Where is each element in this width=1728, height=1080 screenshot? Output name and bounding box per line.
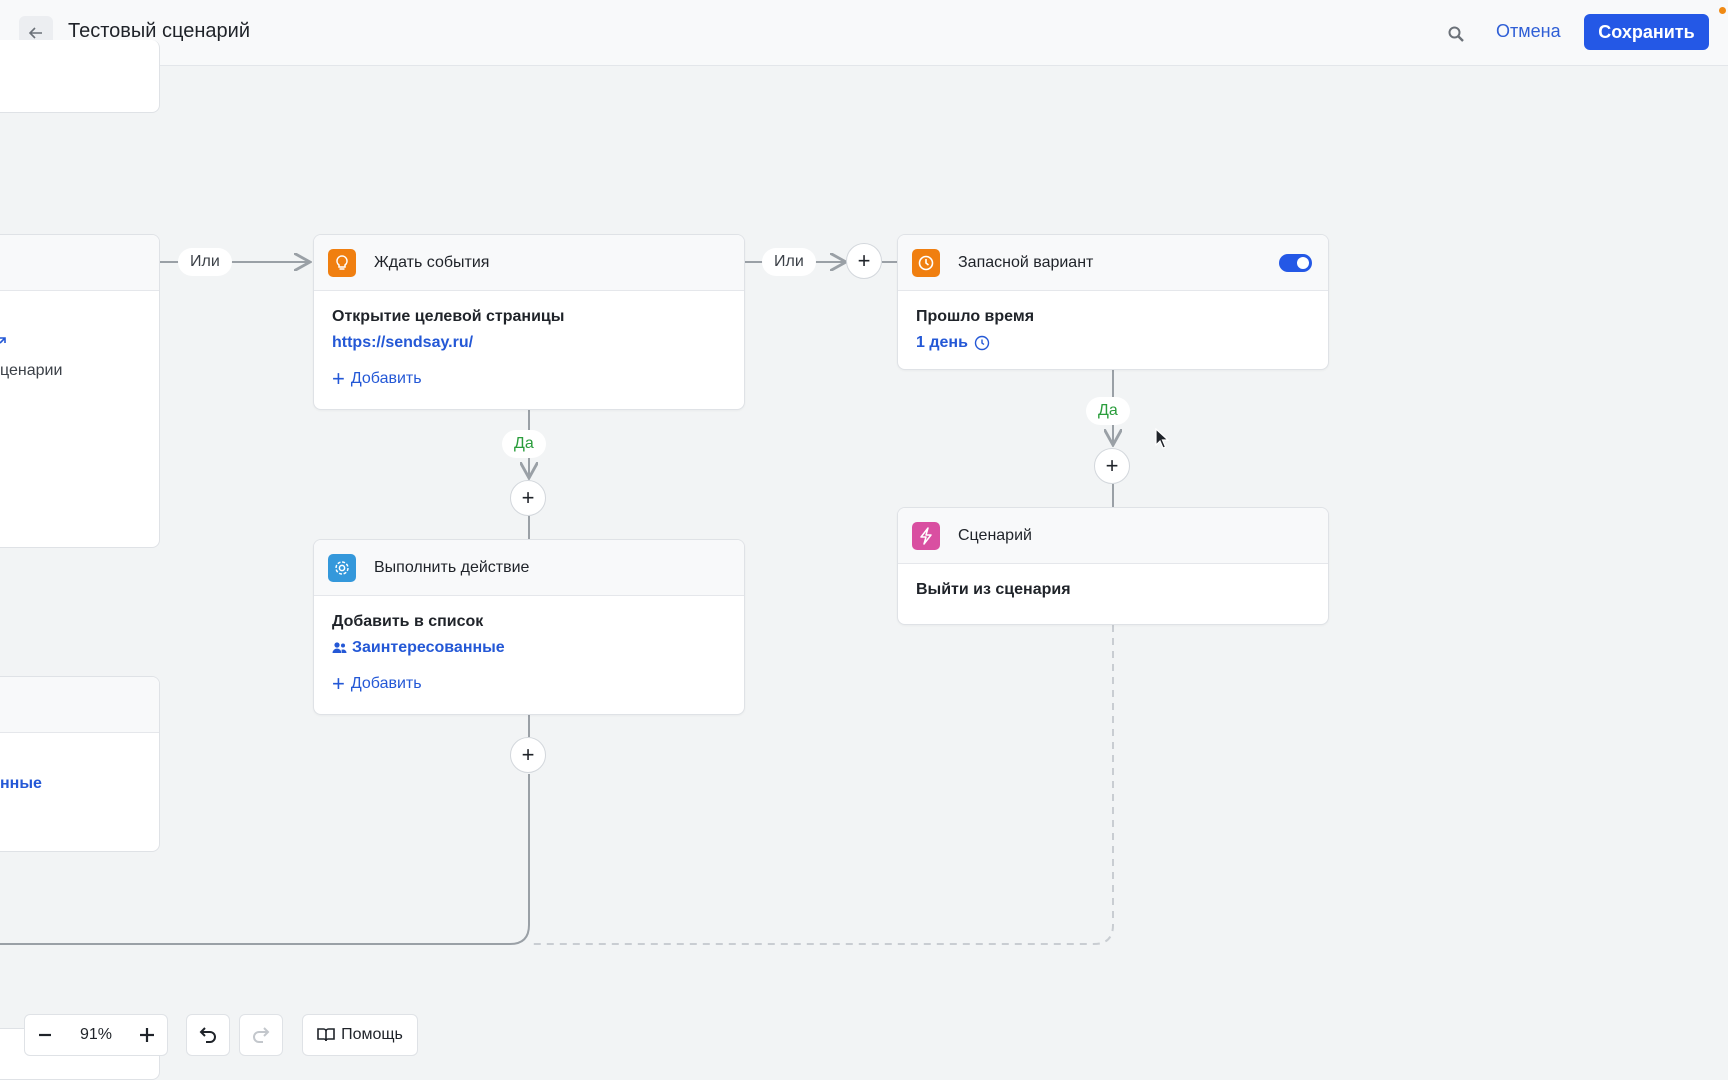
condition-type: Прошло время [916,308,1035,325]
plus-icon: + [332,671,345,696]
partial-list-link[interactable]: нные [0,775,42,793]
list-link[interactable]: Заинтересованные [332,639,726,657]
yes-connector-label: Да [502,430,546,458]
node-header: Выполнить действие [314,540,744,596]
undo-button[interactable] [186,1014,230,1056]
do-action-node[interactable]: Выполнить действие Добавить в список Заи… [313,539,745,715]
duration-link[interactable]: 1 день [916,334,1310,352]
list-name: Заинтересованные [352,639,505,656]
add-label: Добавить [350,675,422,692]
notification-dot [1719,7,1726,14]
gear-icon [328,553,356,582]
zoom-in-button[interactable] [127,1015,167,1055]
action-type: Добавить в список [332,613,484,630]
canvas-connectors [0,0,1728,945]
partial-card-bottom[interactable] [0,676,160,852]
plus-icon: + [332,366,345,391]
scenario-node[interactable]: Сценарий Выйти из сценария [897,507,1329,625]
or-connector-label: Или [178,248,232,276]
node-title: Выполнить действие [374,558,530,576]
save-button[interactable]: Сохранить [1584,14,1709,50]
mouse-cursor-icon [1155,428,1169,449]
plus-icon [140,1028,154,1042]
book-icon [317,1028,335,1042]
partial-card-middle[interactable] [0,234,160,548]
cancel-button[interactable]: Отмена [1496,21,1561,42]
add-step-button[interactable]: + [846,243,882,279]
fallback-node[interactable]: Запасной вариант Прошло время 1 день [897,234,1329,370]
partial-text: ценарии [0,362,63,379]
wait-event-node[interactable]: Ждать события Открытие целевой страницы … [313,234,745,410]
minus-icon [39,1033,51,1037]
node-title: Запасной вариант [958,253,1094,271]
node-title: Ждать события [374,253,490,271]
help-label: Помощь [341,1026,403,1043]
event-type: Открытие целевой страницы [332,308,565,325]
scenario-action: Выйти из сценария [916,581,1071,598]
clock-icon [912,248,940,277]
top-bar: Тестовый сценарий Отмена Сохранить [0,0,1728,66]
clock-small-icon [974,335,990,351]
node-header: Сценарий [898,508,1328,564]
search-icon [1448,26,1464,42]
add-condition-button[interactable]: + Добавить [332,366,726,391]
add-step-button[interactable]: + [510,480,546,516]
node-header: Запасной вариант [898,235,1328,291]
zoom-control: 91% [24,1014,168,1056]
partial-card-top[interactable] [0,40,160,113]
yes-connector-label: Да [1086,397,1130,425]
redo-button[interactable] [239,1014,283,1056]
fallback-toggle[interactable] [1279,254,1312,272]
add-label: Добавить [350,370,422,387]
node-title: Сценарий [958,526,1032,544]
or-connector-label: Или [762,248,816,276]
redo-icon [253,1027,270,1043]
node-header: Ждать события [314,235,744,291]
arrow-left-icon [28,27,42,39]
undo-icon [199,1027,216,1043]
lightbulb-icon [328,248,356,277]
help-button[interactable]: Помощь [302,1014,418,1056]
add-step-button[interactable]: + [510,737,546,773]
search-button[interactable] [1442,20,1470,48]
external-link-icon [0,337,6,344]
duration-value: 1 день [916,334,968,351]
add-action-button[interactable]: + Добавить [332,671,726,696]
zoom-level: 91% [79,1026,113,1043]
zoom-out-button[interactable] [25,1015,65,1055]
add-step-button[interactable]: + [1094,448,1130,484]
event-url-link[interactable]: https://sendsay.ru/ [332,334,726,352]
users-icon [332,642,347,653]
lightning-icon [912,521,940,550]
